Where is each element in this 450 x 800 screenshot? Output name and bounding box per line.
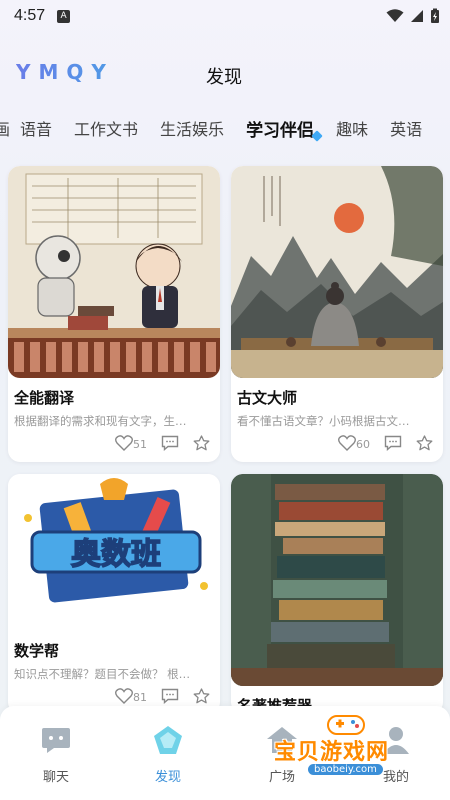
card-classic-books[interactable]: 名著推荐器 bbox=[231, 474, 443, 714]
discover-icon bbox=[154, 726, 182, 754]
signal-icon bbox=[411, 10, 423, 22]
card-description: 看不懂古语文章？小码根据古文… bbox=[237, 414, 410, 428]
like-count: 60 bbox=[356, 438, 370, 451]
card-classical-chinese[interactable]: 古文大师 看不懂古语文章？小码根据古文… 60 bbox=[231, 166, 443, 462]
like-count: 51 bbox=[133, 438, 147, 451]
card-image-math-helper: 奥数班 bbox=[8, 474, 220, 630]
watermark-url: baobeiy.com bbox=[308, 764, 383, 775]
star-icon[interactable] bbox=[193, 435, 210, 451]
status-time: 4:57 bbox=[14, 7, 46, 24]
like-button[interactable]: 51 bbox=[115, 435, 147, 451]
card-actions: 81 bbox=[115, 688, 210, 704]
status-bar: 4:57 A bbox=[0, 0, 450, 32]
app-header: YMQY 发现 bbox=[0, 50, 450, 100]
category-tabs: 画 语音 工作文书 生活娱乐 学习伴侣 趣味 英语 bbox=[0, 110, 450, 146]
watermark-text: 宝贝游戏网 bbox=[274, 740, 390, 765]
tab-work-docs[interactable]: 工作文书 bbox=[74, 116, 138, 140]
tab-study-companion-label: 学习伴侣 bbox=[246, 120, 315, 141]
star-icon[interactable] bbox=[416, 435, 433, 451]
card-title: 数学帮 bbox=[14, 642, 60, 660]
card-math-helper[interactable]: 奥数班 数学帮 知识点不理解？题目不会做？ 根… 81 bbox=[8, 474, 220, 714]
comment-icon[interactable] bbox=[384, 435, 402, 451]
card-image-translator bbox=[8, 166, 220, 378]
site-watermark: 宝贝游戏网 baobeiy.com bbox=[268, 712, 438, 784]
card-description: 根据翻译的需求和现有文字，生… bbox=[14, 414, 187, 428]
page-title: 发现 bbox=[206, 67, 242, 88]
card-description: 知识点不理解？题目不会做？ 根… bbox=[14, 667, 191, 681]
comment-icon[interactable] bbox=[161, 688, 179, 704]
tab-english[interactable]: 英语 bbox=[390, 116, 422, 140]
card-title: 全能翻译 bbox=[14, 389, 75, 407]
heart-icon bbox=[115, 688, 133, 704]
like-count: 81 bbox=[133, 691, 147, 704]
image-banner-text: 奥数班 bbox=[71, 537, 161, 572]
star-icon[interactable] bbox=[193, 688, 210, 704]
nav-chat-label: 聊天 bbox=[42, 770, 69, 785]
tab-partial[interactable]: 画 bbox=[0, 116, 10, 140]
comment-icon[interactable] bbox=[161, 435, 179, 451]
battery-icon bbox=[431, 8, 439, 23]
heart-icon bbox=[115, 435, 133, 451]
card-actions: 51 bbox=[115, 435, 210, 451]
logo-text: YMQY bbox=[16, 61, 114, 84]
tab-study-companion[interactable]: 学习伴侣 bbox=[246, 116, 323, 142]
like-button[interactable]: 81 bbox=[115, 688, 147, 704]
card-title: 古文大师 bbox=[237, 389, 298, 407]
card-image-classic-books bbox=[231, 474, 443, 686]
tab-fun[interactable]: 趣味 bbox=[336, 116, 368, 140]
nav-discover-label: 发现 bbox=[154, 770, 181, 785]
card-actions: 60 bbox=[338, 435, 433, 451]
app-logo: YMQY bbox=[15, 60, 140, 89]
tab-life-entertainment[interactable]: 生活娱乐 bbox=[160, 116, 224, 140]
wifi-icon bbox=[386, 9, 404, 22]
chat-icon bbox=[42, 728, 70, 753]
nav-chat[interactable]: 聊天 bbox=[16, 724, 96, 785]
like-button[interactable]: 60 bbox=[338, 435, 370, 451]
nav-discover[interactable]: 发现 bbox=[128, 724, 208, 785]
tab-voice[interactable]: 语音 bbox=[20, 116, 52, 140]
card-image-classical-chinese bbox=[231, 166, 443, 378]
heart-icon bbox=[338, 435, 356, 451]
card-translator[interactable]: 全能翻译 根据翻译的需求和现有文字，生… 51 bbox=[8, 166, 220, 462]
app-notification-icon: A bbox=[57, 9, 71, 23]
